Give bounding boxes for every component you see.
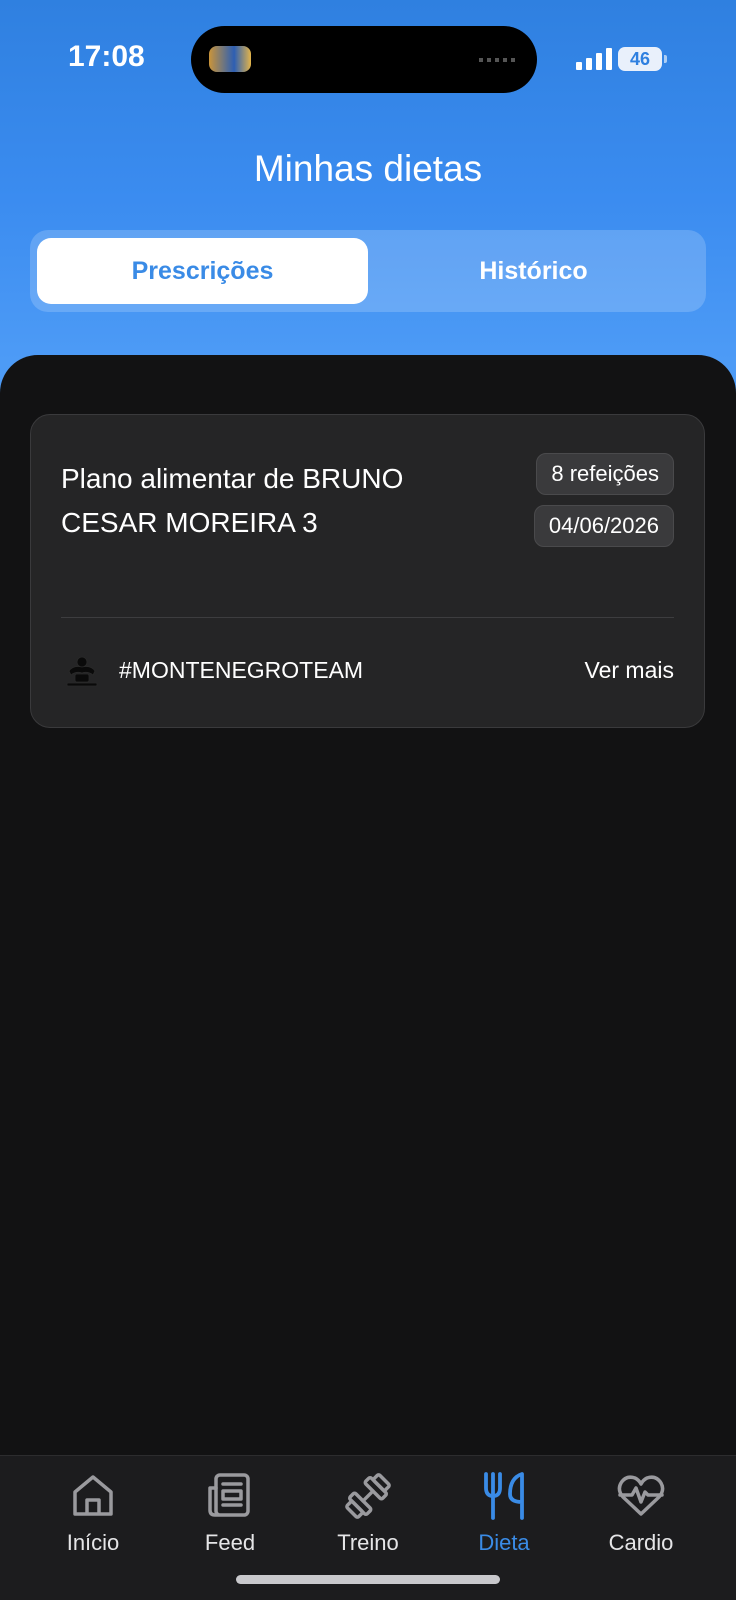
nav-label: Início <box>66 1530 120 1555</box>
audio-wave-icon <box>479 58 515 62</box>
meals-count-badge: 8 refeições <box>536 453 674 495</box>
battery-level: 46 <box>629 48 651 69</box>
nav-label: Dieta <box>478 1530 530 1555</box>
card-divider <box>61 617 674 618</box>
tab-switcher: Prescrições Histórico <box>30 230 706 312</box>
battery-icon: 46 <box>618 47 662 71</box>
nav-feed[interactable]: Feed <box>170 1470 290 1556</box>
diet-plan-title: Plano alimentar de BRUNO CESAR MOREIRA 3 <box>61 463 404 538</box>
nav-inicio[interactable]: Início <box>33 1470 153 1556</box>
tab-historico[interactable]: Histórico <box>368 238 699 304</box>
tab-prescricoes[interactable]: Prescrições <box>37 238 368 304</box>
dumbbell-icon <box>345 1473 391 1519</box>
signal-icon <box>576 48 612 70</box>
date-badge: 04/06/2026 <box>533 505 674 547</box>
battery-tip <box>664 55 667 63</box>
nav-dieta[interactable]: Dieta <box>444 1470 564 1556</box>
news-icon <box>208 1473 250 1517</box>
nav-cardio[interactable]: Cardio <box>581 1470 701 1556</box>
diet-plan-card[interactable]: Plano alimentar de BRUNO CESAR MOREIRA 3… <box>30 414 705 728</box>
see-more-link[interactable]: Ver mais <box>585 657 674 684</box>
cutlery-icon <box>484 1472 524 1520</box>
team-name: #MONTENEGROTEAM <box>119 657 364 683</box>
home-indicator <box>236 1575 500 1584</box>
dynamic-island[interactable] <box>191 26 537 93</box>
home-icon <box>73 1475 113 1516</box>
nav-treino[interactable]: Treino <box>308 1470 428 1556</box>
team-logo-icon <box>66 656 98 687</box>
media-thumbnail <box>209 46 251 72</box>
nav-label: Feed <box>204 1530 256 1555</box>
status-time: 17:08 <box>68 40 145 73</box>
nav-label: Cardio <box>608 1530 674 1555</box>
nav-label: Treino <box>337 1530 399 1555</box>
heart-pulse-icon <box>617 1475 665 1516</box>
screen: 17:08 46 Minhas dietas Prescrições Histó… <box>0 0 736 1600</box>
page-title: Minhas dietas <box>253 148 483 189</box>
